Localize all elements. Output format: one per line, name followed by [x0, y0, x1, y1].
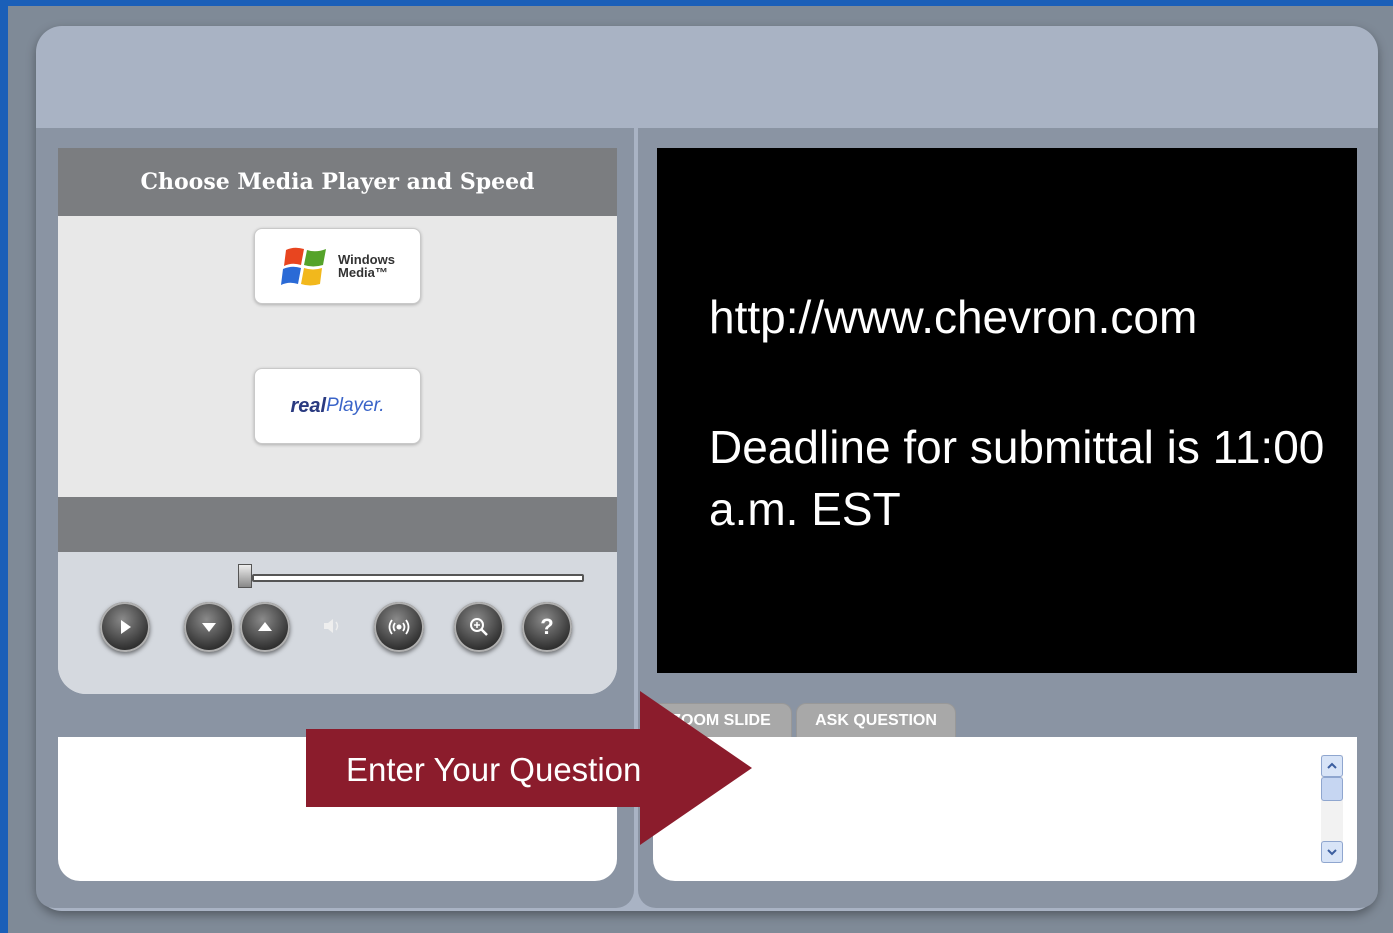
scroll-up-button[interactable] [1321, 755, 1343, 777]
player-controls: ? [58, 552, 617, 694]
real-player-brand: real [290, 394, 327, 417]
zoom-icon [470, 618, 488, 636]
question-input[interactable] [653, 737, 1357, 881]
broadcast-button[interactable] [374, 602, 424, 652]
help-icon: ? [540, 614, 554, 639]
chevron-down-icon [202, 623, 216, 632]
slide-deadline-text: Deadline for submittal is 11:00 a.m. EST [709, 421, 1325, 535]
real-player-brand-suffix: Player. [326, 395, 385, 416]
zoom-button[interactable] [454, 602, 504, 652]
tab-ask-question[interactable]: ASK QUESTION [796, 703, 956, 739]
media-player-box: Choose Media Player and Speed Windows Me… [58, 148, 617, 694]
windows-media-button[interactable]: Windows Media™ [254, 228, 421, 304]
slide-url-text: http://www.chevron.com [709, 291, 1198, 343]
speaker-icon [321, 615, 343, 643]
windows-media-line2: Media™ [338, 265, 388, 280]
play-icon [121, 620, 131, 634]
seek-handle[interactable] [238, 564, 252, 588]
volume-up-button[interactable] [240, 602, 290, 652]
chevron-up-icon [258, 622, 272, 631]
question-scrollbar[interactable] [1321, 755, 1343, 863]
real-player-button[interactable]: real Player. [254, 368, 421, 444]
status-bar [58, 497, 617, 552]
scroll-down-button[interactable] [1321, 841, 1343, 863]
chevron-up-icon [1327, 762, 1337, 769]
windows-flag-icon [281, 247, 327, 286]
chevron-down-icon [1327, 849, 1337, 856]
help-button[interactable]: ? [522, 602, 572, 652]
seek-bar[interactable] [252, 574, 584, 582]
play-button[interactable] [100, 602, 150, 652]
media-panel-title: Choose Media Player and Speed [58, 148, 617, 216]
real-player-logo: real Player. [290, 395, 384, 418]
slide-viewer: http://www.chevron.com Deadline for subm… [657, 148, 1357, 673]
scroll-thumb[interactable] [1321, 777, 1343, 801]
volume-down-button[interactable] [184, 602, 234, 652]
callout-text: Enter Your Question [346, 751, 642, 788]
broadcast-icon [388, 619, 410, 635]
media-choices: Windows Media™ real Player. [58, 216, 617, 497]
